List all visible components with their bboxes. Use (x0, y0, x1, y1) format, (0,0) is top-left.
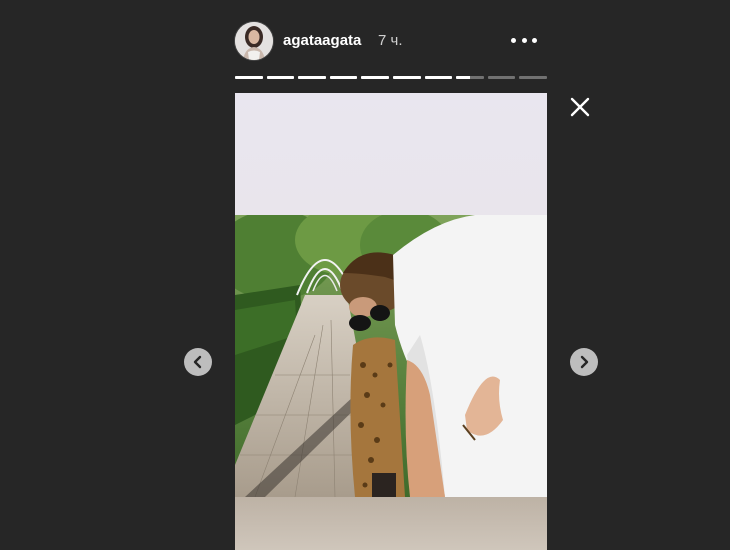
story-timestamp: 7 ч. (378, 32, 403, 49)
progress-segment (235, 76, 263, 79)
progress-segment-fill (424, 76, 453, 79)
progress-segment-fill (456, 76, 470, 79)
progress-segment-fill (329, 76, 358, 79)
progress-segment (519, 76, 547, 79)
progress-segment (487, 76, 516, 79)
next-story-button[interactable] (570, 348, 598, 376)
close-icon[interactable] (569, 96, 591, 118)
story-progress-bar (235, 76, 547, 79)
progress-segment (392, 76, 421, 79)
story-photo (235, 215, 547, 497)
story-media[interactable] (235, 93, 547, 550)
username[interactable]: agataagata (283, 32, 361, 50)
progress-segment (266, 76, 295, 79)
avatar[interactable] (235, 22, 273, 60)
avatar-image (235, 22, 273, 60)
dot (521, 37, 527, 43)
progress-segment (456, 76, 484, 79)
progress-segment (361, 76, 389, 79)
progress-segment-fill (266, 76, 295, 79)
chevron-right-icon (580, 355, 589, 369)
progress-segment-fill (361, 76, 389, 79)
story-header: agataagata 7 ч. (235, 22, 547, 62)
progress-segment-fill (392, 76, 421, 79)
more-options-icon[interactable] (511, 33, 537, 47)
progress-segment (424, 76, 453, 79)
progress-segment (298, 76, 326, 79)
dot (532, 37, 537, 43)
story-viewer: agataagata 7 ч. (0, 0, 730, 550)
chevron-left-icon (193, 355, 202, 369)
dot (511, 37, 516, 43)
progress-segment-fill (298, 76, 326, 79)
progress-segment-fill (235, 76, 263, 79)
story-bottom-band (235, 497, 547, 550)
previous-story-button[interactable] (184, 348, 212, 376)
progress-segment (329, 76, 358, 79)
